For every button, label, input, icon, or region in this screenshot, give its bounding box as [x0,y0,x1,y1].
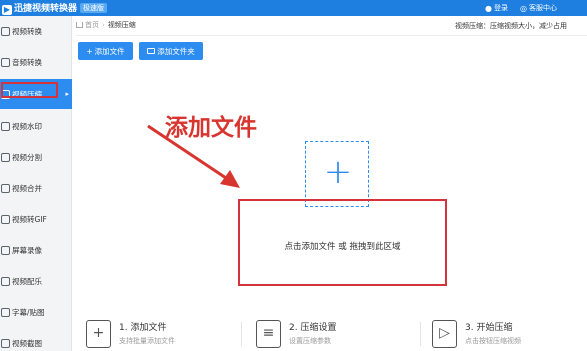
step-desc: 设置压缩参数 [289,337,331,345]
sidebar-item-label: 视频合并 [12,183,42,193]
annotation-arrow [147,124,240,188]
sidebar-item-audio-convert[interactable]: 音频转换 [0,47,72,77]
zip-settings-icon: ≡ [256,320,281,348]
step-compress-settings: ≡ 2. 压缩设置 设置压缩参数 [256,317,406,351]
audio-convert-icon [1,57,10,67]
add-folder-button[interactable]: 添加文件夹 [139,42,203,60]
step-divider [420,322,421,346]
subtitle-icon [1,307,10,317]
sidebar-item-label: 视频转GIF [12,214,47,224]
app-logo-icon: ▶ [2,5,12,15]
sidebar-item-video-to-gif[interactable]: 视频转GIF [0,204,72,234]
screenshot-icon [1,338,10,348]
folder-icon [147,48,156,54]
sidebar-item-label: 视频截图 [12,338,42,348]
page-description: 视频压缩：压缩视频大小，减少占用 [455,22,567,30]
sidebar-item-video-watermark[interactable]: 视频水印 [0,111,72,141]
step-title: 3. 开始压缩 [465,323,513,333]
sidebar-item-video-merge[interactable]: 视频合并 [0,173,72,203]
edition-badge: 极速版 [80,3,108,13]
sidebar-item-video-music[interactable]: 视频配乐 [0,266,72,296]
sidebar-item-subtitle-sticker[interactable]: 字幕/贴图 [0,297,72,327]
user-icon: ● [485,3,493,13]
sidebar-item-label: 视频配乐 [12,276,42,286]
sidebar-item-label: 视频转换 [12,26,42,36]
step-desc: 点击按钮压缩视频 [465,337,521,345]
sidebar-item-label: 音频转换 [12,57,42,67]
split-icon [1,152,10,162]
chevron-right-icon: ▸ [65,90,69,98]
sidebar-item-label: 字幕/贴图 [12,307,45,317]
title-bar: ▶ 迅捷视频转换器 极速版 ● 登录 ◎ 客服中心 [0,0,587,16]
sidebar-item-label: 视频水印 [12,121,42,131]
play-icon: ▷ [432,320,457,348]
login-link[interactable]: 登录 [494,3,508,13]
screen-record-icon [1,245,10,255]
watermark-icon [1,121,10,131]
sidebar-item-screen-record[interactable]: 屏幕录像 [0,235,72,265]
step-title: 1. 添加文件 [119,323,167,333]
sidebar: 视频转换 音频转换 视频压缩 ▸ 视频水印 视频分割 视频合并 视频转GIF 屏幕… [0,16,72,351]
support-center-link[interactable]: 客服中心 [529,3,557,13]
sidebar-item-video-screenshot[interactable]: 视频截图 [0,328,72,351]
sidebar-item-video-convert[interactable]: 视频转换 [0,16,72,46]
add-file-button[interactable]: + 添加文件 [78,42,133,60]
plus-icon: + [86,46,93,56]
step-add-file: + 1. 添加文件 支持批量添加文件 [86,317,226,351]
title-bar-links: ● 登录 ◎ 客服中心 [485,3,557,13]
headset-icon: ◎ [520,3,527,13]
drop-hint-text: 点击添加文件 或 拖拽到此区域 [284,242,401,252]
home-icon [76,22,83,28]
step-divider [241,322,242,346]
sidebar-item-video-split[interactable]: 视频分割 [0,142,72,172]
active-item-highlight-box [1,82,58,98]
add-file-icon: + [86,320,111,348]
gif-icon [1,214,10,224]
sidebar-item-label: 屏幕录像 [12,245,42,255]
breadcrumb-home[interactable]: 首页 [85,21,99,29]
app-name: 迅捷视频转换器 [14,4,78,14]
step-title: 2. 压缩设置 [289,323,337,333]
music-icon [1,276,10,286]
sidebar-item-label: 视频分割 [12,152,42,162]
plus-icon: + [323,152,353,192]
add-folder-label: 添加文件夹 [157,46,195,56]
breadcrumb-current: 视频压缩 [107,21,136,29]
app-title: ▶ 迅捷视频转换器 极速版 [2,1,108,15]
step-start-compress: ▷ 3. 开始压缩 点击按钮压缩视频 [432,317,582,351]
merge-icon [1,183,10,193]
video-convert-icon [1,26,10,36]
add-file-label: 添加文件 [94,46,125,56]
step-desc: 支持批量添加文件 [119,337,175,345]
